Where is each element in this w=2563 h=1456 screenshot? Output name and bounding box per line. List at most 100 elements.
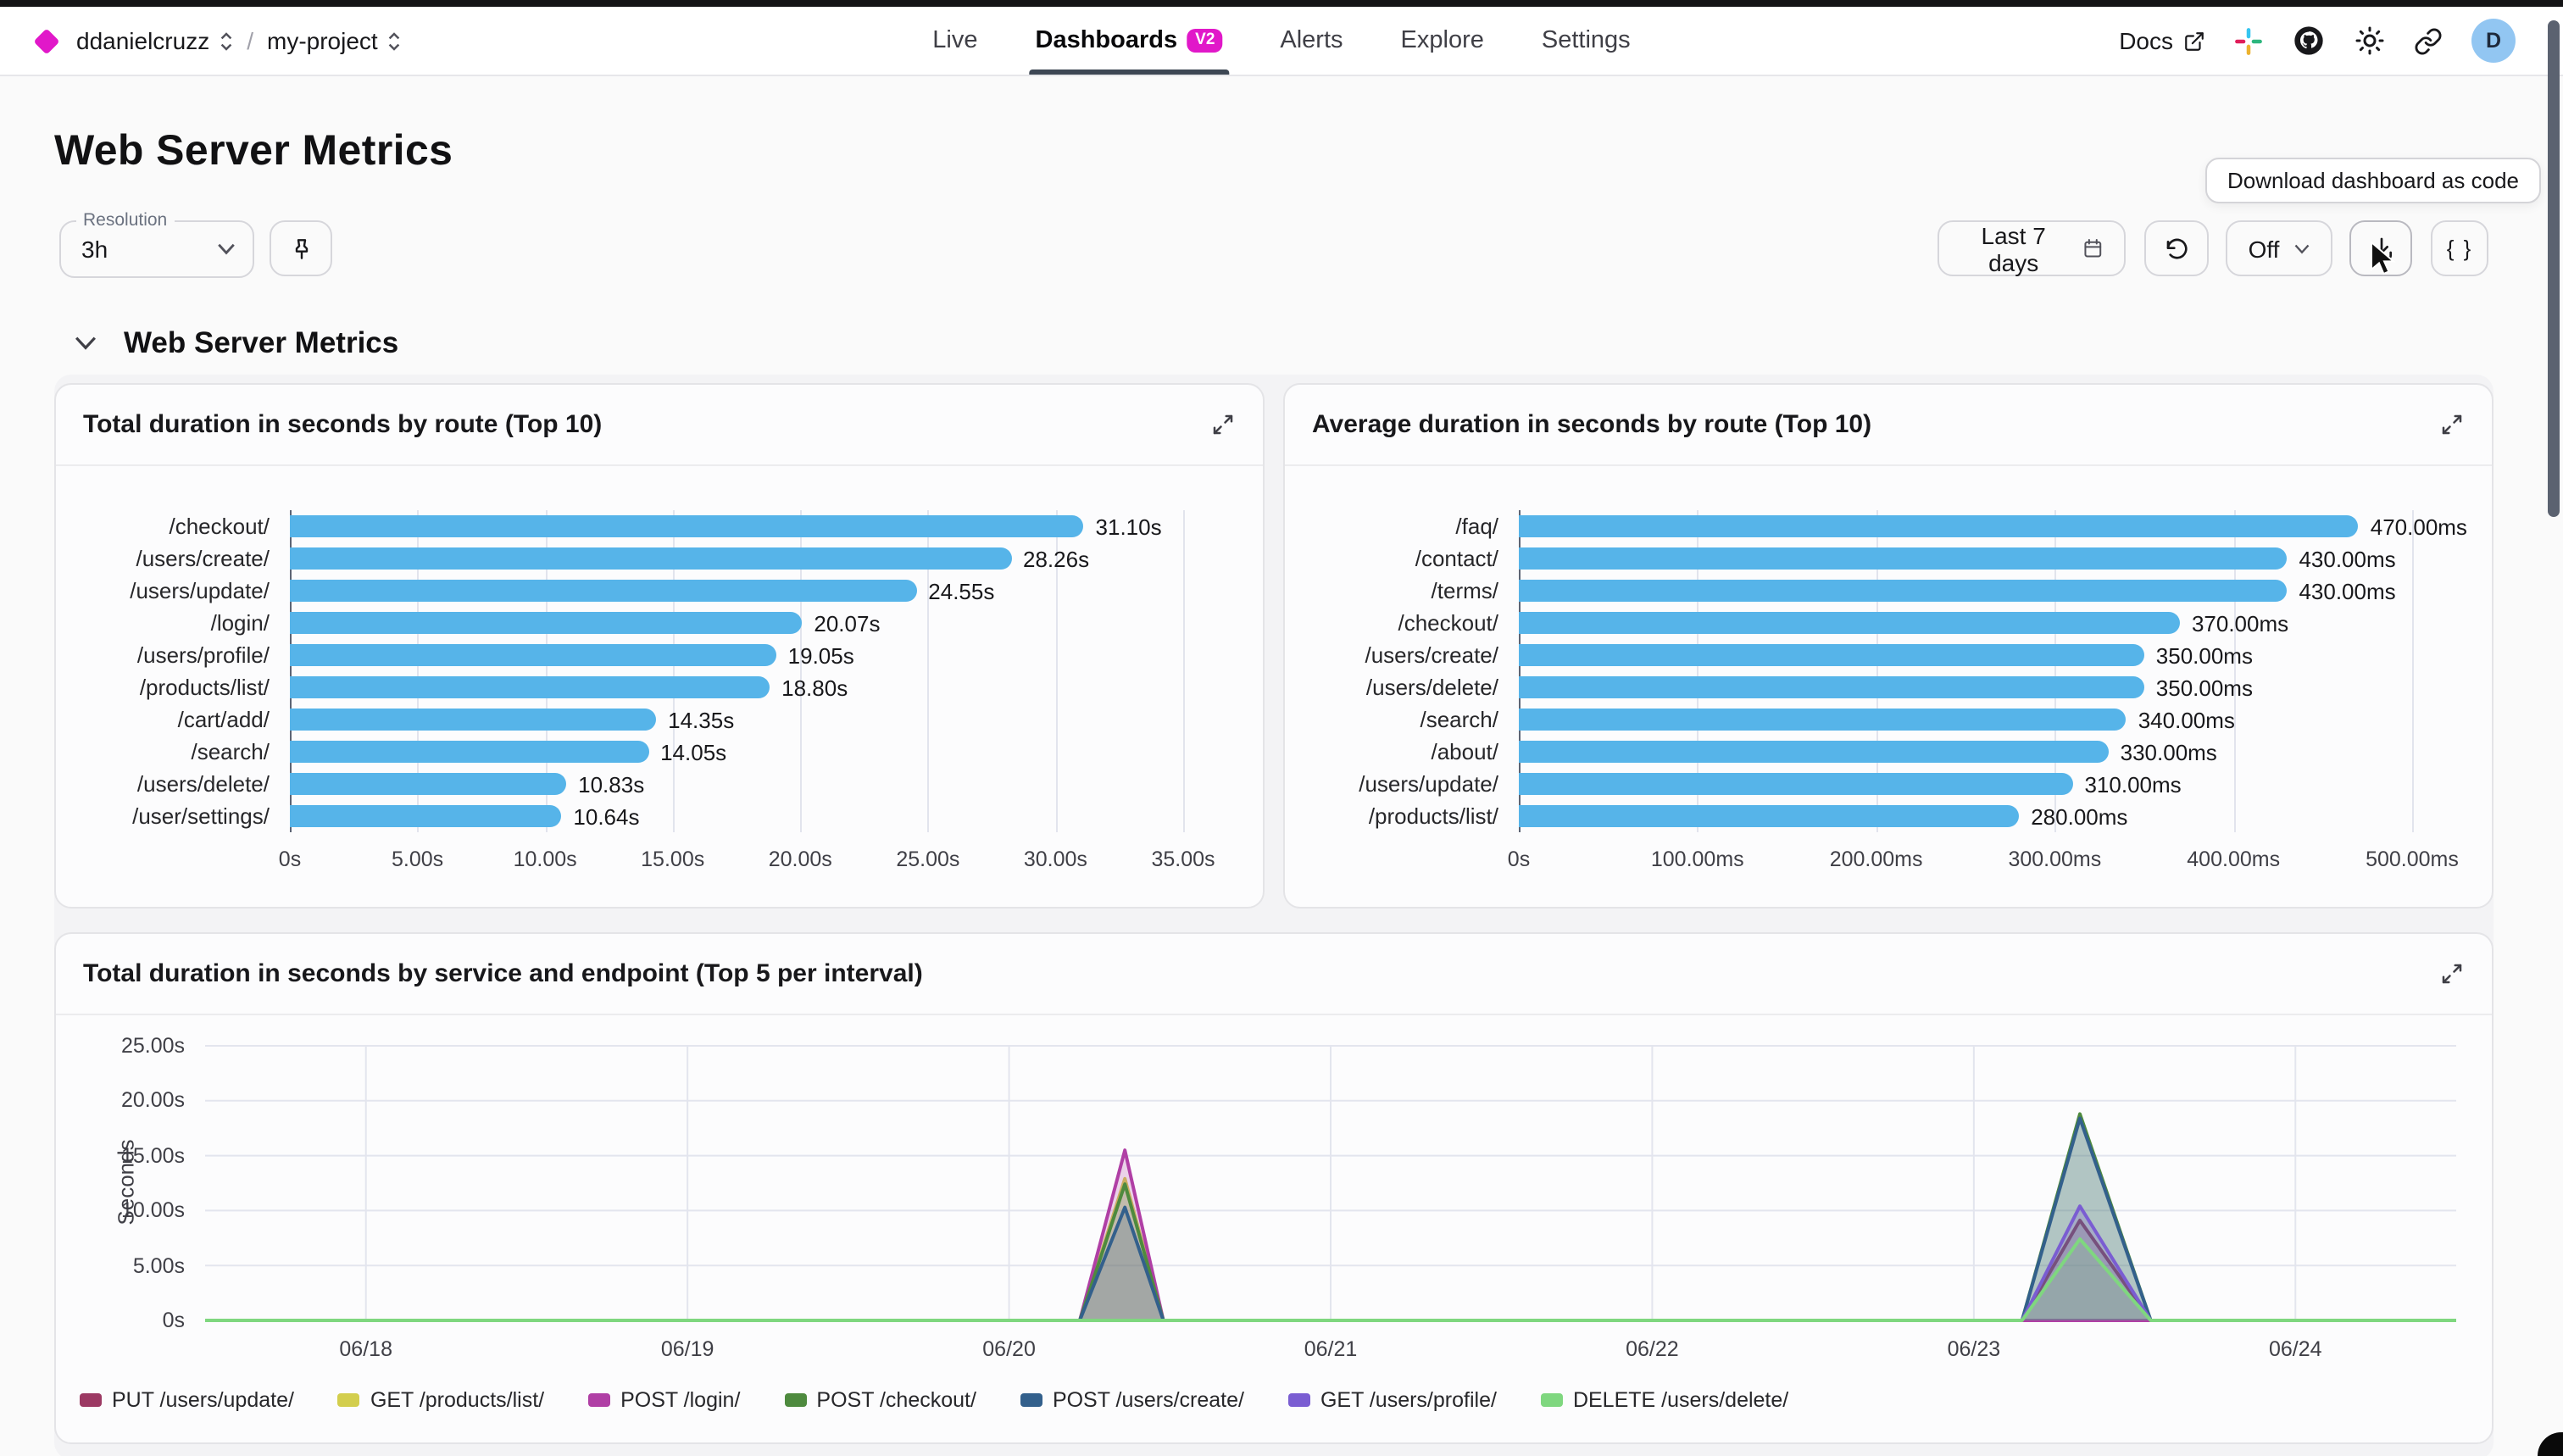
legend-item[interactable]: POST /login/ — [588, 1388, 740, 1412]
org-name: ddanielcruzz — [76, 27, 209, 54]
user-avatar[interactable]: D — [2471, 19, 2516, 63]
window-top-strip — [0, 0, 2563, 7]
x-tick-label: 30.00s — [1024, 847, 1087, 871]
tab-live[interactable]: Live — [932, 7, 977, 75]
json-view-button[interactable]: { } — [2431, 220, 2488, 276]
bar — [1519, 805, 2019, 827]
bar-track: 470.00ms — [1519, 510, 2412, 542]
org-selector[interactable]: ddanielcruzz — [76, 27, 233, 54]
bar-x-axis: 0s5.00s10.00s15.00s20.00s25.00s30.00s35.… — [290, 847, 1183, 885]
bar-track: 20.07s — [290, 607, 1183, 639]
expand-icon[interactable] — [2439, 412, 2465, 437]
x-tick-label: 20.00s — [769, 847, 832, 871]
bar-row: /login/20.07s — [56, 607, 1183, 639]
bar-x-axis: 0s100.00ms200.00ms300.00ms400.00ms500.00… — [1519, 847, 2412, 885]
legend-label: POST /checkout/ — [816, 1388, 976, 1412]
theme-toggle-button[interactable] — [2355, 25, 2385, 56]
legend-item[interactable]: GET /users/profile/ — [1288, 1388, 1497, 1412]
bar-rows: /checkout/31.10s/users/create/28.26s/use… — [56, 466, 1263, 832]
bar — [290, 612, 802, 634]
refresh-button[interactable] — [2144, 220, 2209, 276]
bar-value-label: 330.00ms — [2121, 739, 2217, 764]
bar-track: 330.00ms — [1519, 736, 2412, 768]
bar-row: /search/340.00ms — [1285, 703, 2412, 736]
card-header: Total duration in seconds by route (Top … — [56, 385, 1263, 466]
bar-value-label: 280.00ms — [2031, 803, 2127, 829]
bar-track: 10.64s — [290, 800, 1183, 832]
bar-value-label: 310.00ms — [2084, 771, 2181, 797]
tab-alerts[interactable]: Alerts — [1280, 7, 1343, 75]
auto-refresh-select[interactable]: Off — [2226, 220, 2332, 276]
chevron-down-icon — [75, 336, 97, 351]
bar-value-label: 430.00ms — [2299, 546, 2395, 571]
legend-item[interactable]: DELETE /users/delete/ — [1541, 1388, 1788, 1412]
x-tick-label: 400.00ms — [2187, 847, 2280, 871]
tab-dashboards[interactable]: Dashboards V2 — [1036, 7, 1223, 75]
dashboard-toolbar: Resolution 3h Last 7 days Off { } Downlo… — [0, 220, 2563, 288]
tab-settings[interactable]: Settings — [1542, 7, 1631, 75]
bar-row: /contact/430.00ms — [1285, 542, 2412, 575]
legend-item[interactable]: PUT /users/update/ — [80, 1388, 294, 1412]
legend-item[interactable]: GET /products/list/ — [338, 1388, 544, 1412]
bar-row: /search/14.05s — [56, 736, 1183, 768]
card-header: Total duration in seconds by service and… — [56, 934, 2492, 1015]
x-tick-label: 06/20 — [982, 1337, 1036, 1361]
main-tabs: Live Dashboards V2 Alerts Explore Settin… — [932, 7, 1630, 75]
bar — [290, 580, 916, 602]
share-link-button[interactable] — [2414, 26, 2443, 55]
bar — [290, 773, 566, 795]
github-button[interactable] — [2292, 24, 2326, 58]
bar-chart: /checkout/31.10s/users/create/28.26s/use… — [56, 466, 1263, 885]
section-header[interactable]: Web Server Metrics — [75, 325, 2563, 361]
bar-track: 18.80s — [290, 671, 1183, 703]
project-name: my-project — [267, 27, 378, 54]
link-icon — [2414, 26, 2443, 55]
project-selector[interactable]: my-project — [267, 27, 402, 54]
scrollbar-thumb[interactable] — [2548, 20, 2560, 517]
bar-value-label: 430.00ms — [2299, 578, 2395, 603]
tooltip-download-dashboard: Download dashboard as code — [2205, 158, 2541, 203]
x-tick-label: 0s — [279, 847, 301, 871]
bar-row: /products/list/18.80s — [56, 671, 1183, 703]
x-tick-label: 06/23 — [1948, 1337, 2001, 1361]
external-link-icon — [2183, 30, 2205, 52]
chart-card-duration-by-service-endpoint: Total duration in seconds by service and… — [54, 932, 2494, 1444]
bar — [1519, 644, 2144, 666]
slack-button[interactable] — [2234, 26, 2263, 55]
y-tick-label: 0s — [163, 1309, 185, 1332]
resolution-select[interactable]: Resolution 3h — [59, 220, 254, 278]
expand-icon[interactable] — [2439, 961, 2465, 986]
bar-category-label: /products/list/ — [56, 675, 290, 700]
docs-link[interactable]: Docs — [2119, 27, 2205, 54]
bar-track: 31.10s — [290, 510, 1183, 542]
legend-label: PUT /users/update/ — [112, 1388, 294, 1412]
bar-row: /products/list/280.00ms — [1285, 800, 2412, 832]
x-tick-label: 5.00s — [392, 847, 443, 871]
area-chart: Seconds0s5.00s10.00s15.00s20.00s25.00s06… — [56, 1015, 2492, 1444]
bar-category-label: /users/update/ — [1285, 771, 1519, 797]
bar-track: 430.00ms — [1519, 575, 2412, 607]
legend-item[interactable]: POST /users/create/ — [1020, 1388, 1244, 1412]
bar-value-label: 19.05s — [788, 642, 854, 668]
legend-item[interactable]: POST /checkout/ — [784, 1388, 976, 1412]
pin-resolution-button[interactable] — [270, 220, 332, 276]
expand-icon[interactable] — [1210, 412, 1236, 437]
bar-value-label: 340.00ms — [2138, 707, 2235, 732]
bar-value-label: 10.64s — [573, 803, 639, 829]
tab-explore[interactable]: Explore — [1401, 7, 1484, 75]
navbar-actions: Docs — [2119, 19, 2516, 63]
bar-category-label: /login/ — [56, 610, 290, 636]
bar — [290, 709, 656, 731]
bar-category-label: /users/create/ — [1285, 642, 1519, 668]
mouse-cursor — [2370, 241, 2399, 278]
time-range-button[interactable]: Last 7 days — [1938, 220, 2126, 276]
bar-row: /users/create/350.00ms — [1285, 639, 2412, 671]
chart-legend: PUT /users/update/GET /products/list/POS… — [80, 1388, 1788, 1412]
bar-category-label: /users/profile/ — [56, 642, 290, 668]
x-tick-label: 25.00s — [896, 847, 959, 871]
bar — [290, 644, 776, 666]
slack-icon — [2234, 26, 2263, 55]
x-tick-label: 15.00s — [641, 847, 704, 871]
window-corner-overlay — [2538, 1432, 2563, 1456]
active-tab-underline — [1029, 69, 1230, 75]
